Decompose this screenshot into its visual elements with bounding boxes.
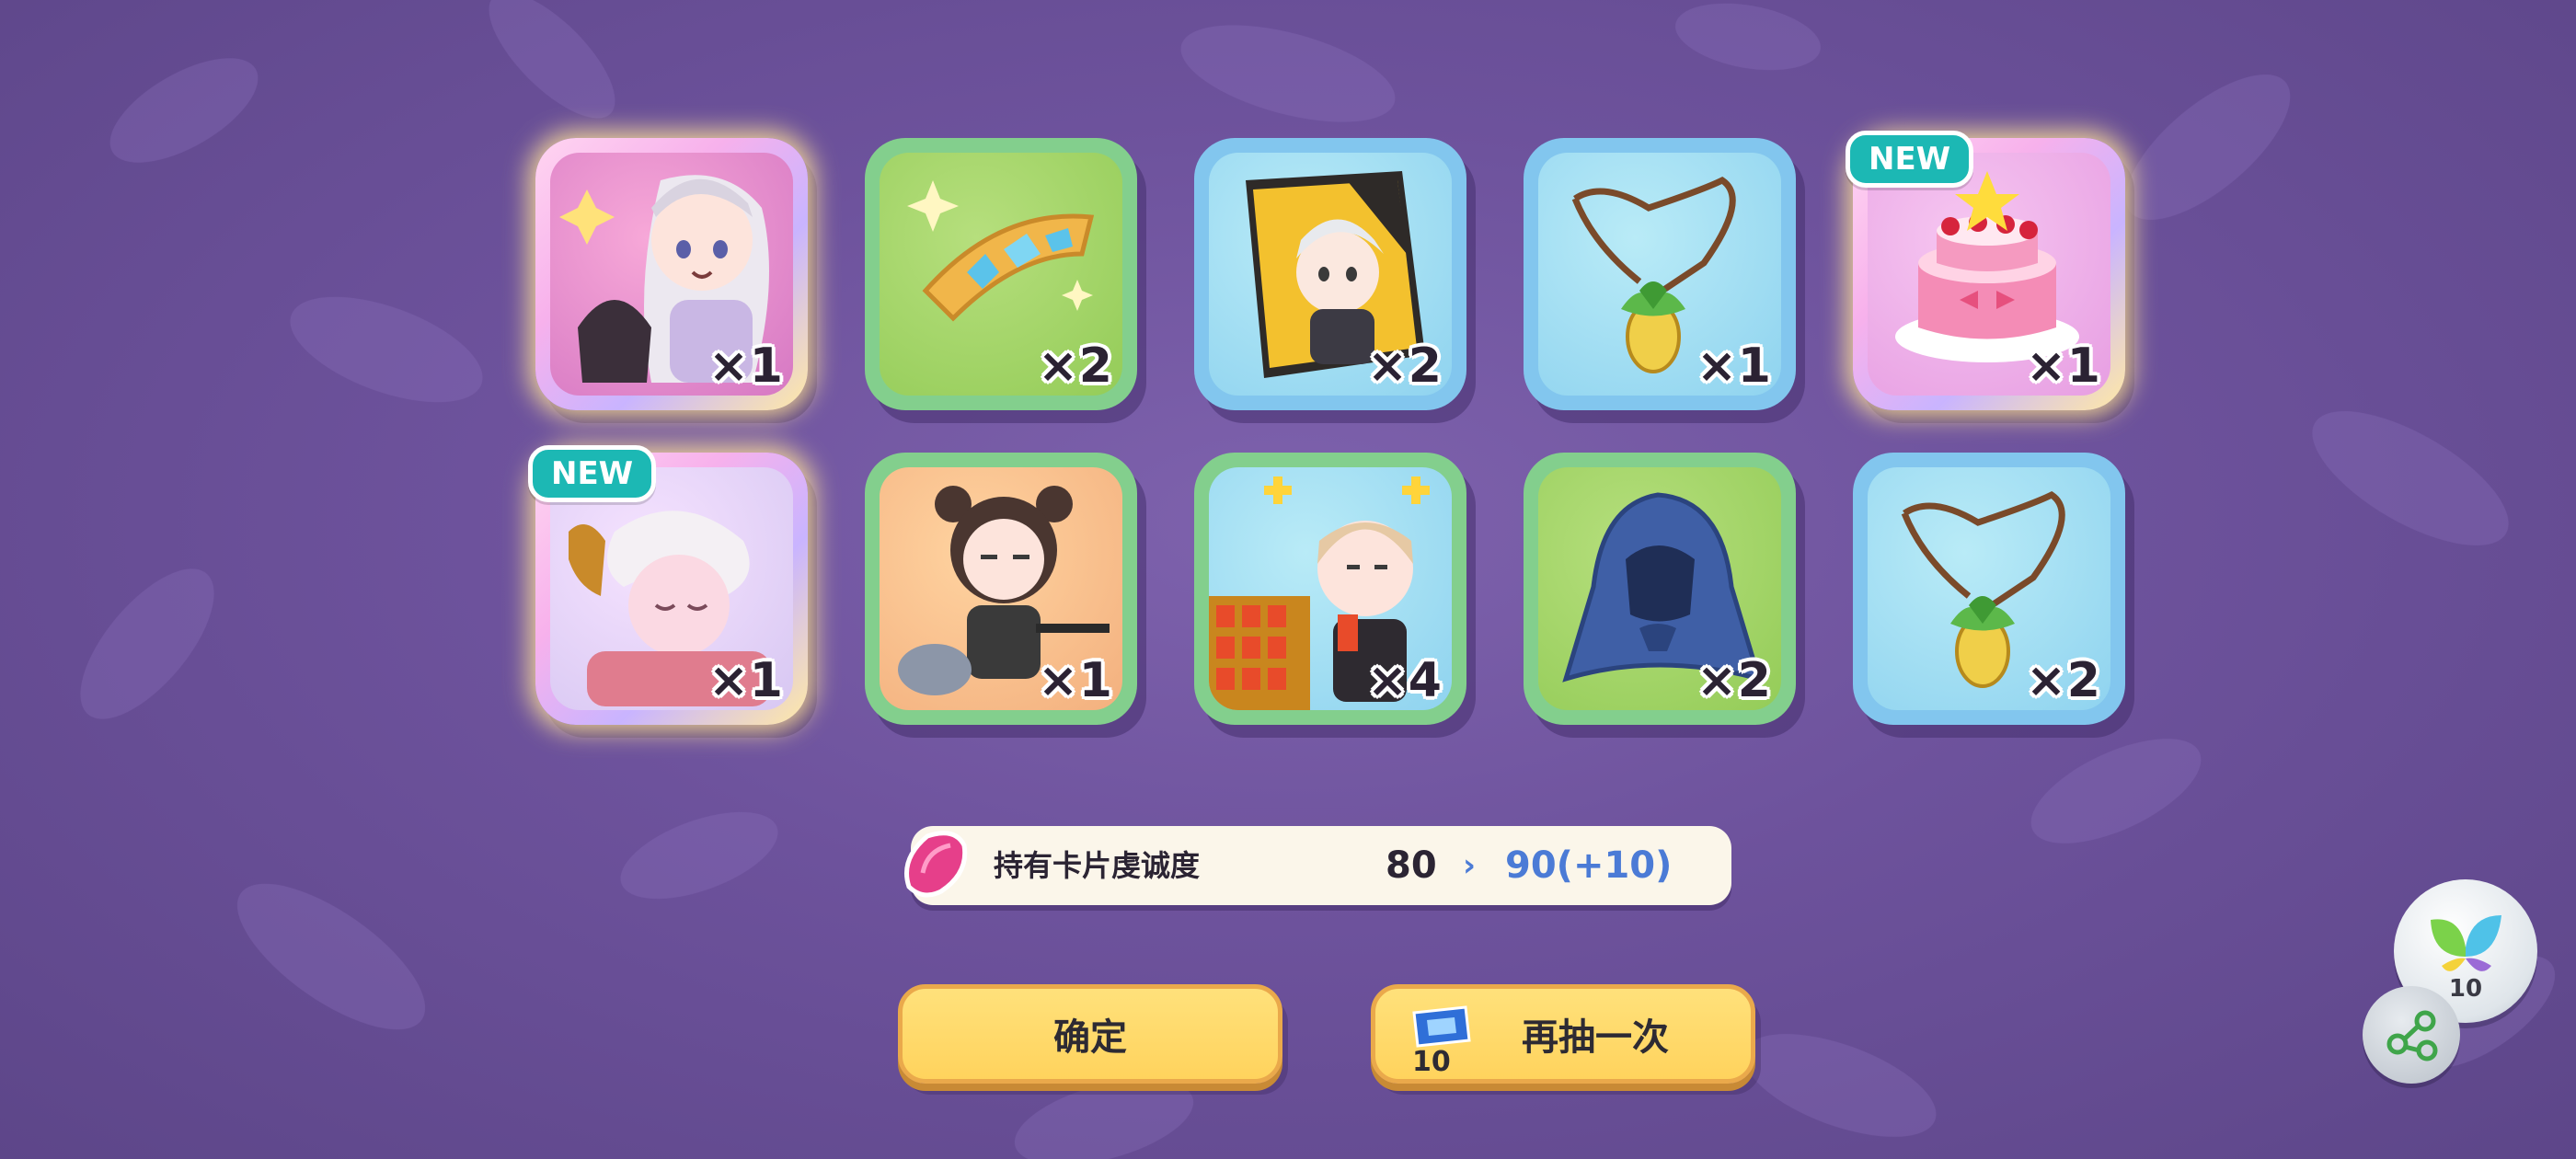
reward-card[interactable]: NEW ×1 bbox=[1846, 131, 2125, 410]
reward-card[interactable]: ×2 bbox=[1194, 138, 1466, 410]
confirm-button-label: 确定 bbox=[1053, 1016, 1127, 1059]
reward-card[interactable]: ×2 bbox=[865, 138, 1137, 410]
reward-card[interactable]: ×1 bbox=[535, 138, 808, 410]
devotion-label: 持有卡片虔诚度 bbox=[994, 848, 1201, 883]
new-badge: NEW bbox=[528, 445, 657, 502]
reward-card[interactable]: ×4 bbox=[1194, 453, 1466, 725]
reward-card[interactable]: ×2 bbox=[1853, 453, 2125, 725]
ticket-icon bbox=[1412, 1005, 1471, 1048]
reward-card[interactable]: ×1 bbox=[1524, 138, 1796, 410]
reward-card[interactable]: ×1 bbox=[865, 453, 1137, 725]
chevron-right-icon: › bbox=[1463, 847, 1477, 884]
reward-quantity: ×1 bbox=[1038, 653, 1113, 708]
pink-gem-icon bbox=[904, 831, 968, 898]
reward-quantity: ×1 bbox=[2026, 339, 2101, 394]
reward-quantity: ×2 bbox=[2026, 653, 2101, 708]
reward-quantity: ×2 bbox=[1696, 653, 1772, 708]
reward-quantity: ×2 bbox=[1367, 339, 1443, 394]
reward-grid: ×1 ×2 ×2 ×1 NEW ×1 NEW ×1 ×1 ×4 ×2 ×2 bbox=[0, 0, 2576, 1159]
butterfly-leaf-icon bbox=[2431, 915, 2501, 971]
devotion-current: 80 bbox=[1386, 844, 1437, 887]
ticket-count: 10 bbox=[1412, 1046, 1451, 1078]
devotion-next: 90(+10) bbox=[1505, 844, 1673, 887]
draw-again-label: 再抽一次 bbox=[1522, 1016, 1669, 1059]
reward-quantity: ×1 bbox=[1696, 339, 1772, 394]
reward-quantity: ×1 bbox=[708, 339, 784, 394]
reward-quantity: ×2 bbox=[1038, 339, 1113, 394]
reward-card[interactable]: NEW ×1 bbox=[528, 445, 808, 725]
devotion-bar: 持有卡片虔诚度 80 › 90(+10) bbox=[904, 826, 1731, 905]
confirm-button[interactable]: 确定 bbox=[898, 984, 1282, 1084]
reward-quantity: ×4 bbox=[1367, 653, 1443, 708]
reward-card[interactable]: ×2 bbox=[1524, 453, 1796, 725]
draw-again-button[interactable]: 10 再抽一次 bbox=[1371, 984, 1755, 1084]
new-badge: NEW bbox=[1846, 131, 1974, 188]
share-icon bbox=[2386, 1010, 2438, 1061]
reward-quantity: ×1 bbox=[708, 653, 784, 708]
share-button[interactable] bbox=[2363, 986, 2460, 1084]
